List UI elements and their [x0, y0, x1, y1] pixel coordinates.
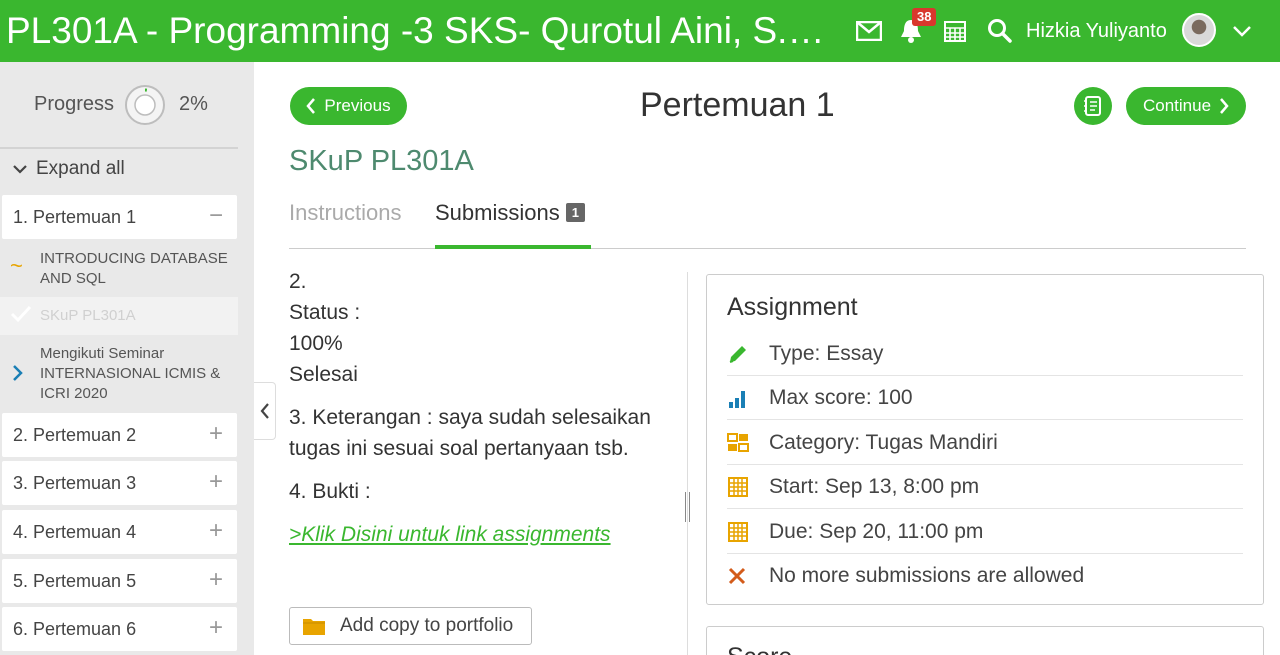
continue-button[interactable]: Continue — [1126, 87, 1246, 125]
lesson-introducing-database[interactable]: ~ INTRODUCING DATABASE AND SQL — [0, 248, 238, 290]
content-paragraph: 4. Bukti : — [289, 480, 371, 503]
assignment-type: Type: Essay — [769, 341, 884, 365]
activity-title: SKuP PL301A — [289, 145, 474, 177]
portfolio-label: Add copy to portfolio — [340, 615, 514, 636]
tab-submissions[interactable]: Submissions 1 — [435, 200, 585, 226]
content-line: Selesai — [289, 363, 358, 386]
in-progress-icon: ~ — [10, 253, 23, 278]
expand-icon: + — [208, 517, 223, 544]
top-bar: PL301A - Programming -3 SKS- Qurotul Ain… — [0, 0, 1280, 62]
calendar-icon — [727, 521, 769, 543]
category: Category: Tugas Mandiri — [769, 430, 998, 454]
chevron-down-icon[interactable] — [1226, 14, 1258, 48]
module-pertemuan-6[interactable]: 6. Pertemuan 6 + — [2, 607, 237, 651]
progress-label: Progress — [34, 93, 115, 115]
mail-icon[interactable] — [853, 14, 885, 48]
notebook-icon — [1084, 96, 1101, 116]
module-label: 3. Pertemuan 3 — [13, 472, 137, 493]
user-name[interactable]: Hizkia Yuliyanto — [1026, 18, 1167, 44]
submission-content: 2. Status : 100% Selesai 3. Keterangan :… — [289, 266, 679, 550]
tab-instructions-label: Instructions — [289, 200, 402, 225]
due-date: Due: Sep 20, 11:00 pm — [769, 519, 984, 543]
lesson-label: SKuP PL301A — [40, 307, 136, 324]
bar-chart-icon — [727, 387, 769, 409]
tab-instructions[interactable]: Instructions — [289, 200, 402, 226]
chevron-left-icon — [306, 98, 316, 114]
expand-all-label: Expand all — [36, 158, 125, 179]
content-line: Status : — [289, 301, 361, 324]
continue-label: Continue — [1142, 96, 1212, 115]
sidebar-divider — [0, 147, 238, 149]
column-divider — [687, 272, 688, 655]
chevron-left-icon — [260, 403, 269, 419]
panel-title: Assignment — [727, 293, 858, 321]
progress-ring — [125, 85, 165, 125]
expand-all-button[interactable]: Expand all — [12, 158, 125, 180]
expand-icon: + — [208, 468, 223, 495]
expand-icon: + — [208, 614, 223, 641]
add-to-portfolio-button[interactable]: Add copy to portfolio — [289, 607, 532, 645]
module-label: 2. Pertemuan 2 — [13, 424, 137, 445]
collapse-icon: − — [208, 202, 223, 229]
close-icon — [727, 566, 769, 586]
chevron-right-icon — [1220, 98, 1229, 114]
course-title: PL301A - Programming -3 SKS- Qurotul Ain… — [6, 10, 826, 51]
max-score: Max score: 100 — [769, 385, 913, 409]
course-outline-sidebar: Progress 2% Expand all 1. Pertemuan 1 − … — [0, 62, 254, 655]
module-label: 5. Pertemuan 5 — [13, 570, 137, 591]
content-paragraph: 3. Keterangan : saya sudah selesaikan tu… — [289, 406, 651, 460]
assignment-panel: Assignment Type: Essay Max score: 100 Ca… — [706, 274, 1264, 605]
tabs-divider — [289, 248, 1246, 249]
expand-icon: + — [208, 566, 223, 593]
due-date-row: Due: Sep 20, 11:00 pm — [727, 510, 1243, 554]
assignment-link[interactable]: >Klik Disini untuk link assignments — [289, 523, 611, 546]
start-date: Start: Sep 13, 8:00 pm — [769, 474, 980, 498]
active-tab-indicator — [435, 245, 591, 249]
page-title: Pertemuan 1 — [640, 86, 835, 124]
resize-handle[interactable] — [681, 492, 693, 522]
lesson-mengikuti-seminar[interactable]: Mengikuti Seminar INTERNASIONAL ICMIS & … — [0, 344, 238, 406]
pencil-icon — [727, 343, 769, 365]
assignment-type-row: Type: Essay — [727, 332, 1243, 376]
sidebar-collapse-toggle[interactable] — [254, 382, 276, 440]
score-panel: Score — [706, 626, 1264, 655]
avatar[interactable] — [1182, 13, 1216, 47]
search-icon[interactable] — [984, 14, 1016, 48]
start-date-row: Start: Sep 13, 8:00 pm — [727, 465, 1243, 509]
category-row: Category: Tugas Mandiri — [727, 421, 1243, 465]
category-icon — [727, 432, 769, 454]
module-pertemuan-3[interactable]: 3. Pertemuan 3 + — [2, 461, 237, 505]
progress-value: 2% — [179, 93, 208, 115]
tab-submissions-label: Submissions — [435, 200, 560, 225]
panel-title: Score — [727, 643, 792, 655]
module-pertemuan-4[interactable]: 4. Pertemuan 4 + — [2, 510, 237, 554]
calendar-icon[interactable] — [939, 14, 971, 48]
expand-icon: + — [208, 420, 223, 447]
submission-status: No more submissions are allowed — [769, 564, 1085, 587]
lesson-skup-pl301a[interactable]: SKuP PL301A — [0, 297, 238, 335]
submissions-count-badge: 1 — [565, 203, 585, 222]
lesson-label: Mengikuti Seminar INTERNASIONAL ICMIS & … — [40, 345, 221, 402]
content-line: 100% — [289, 332, 343, 355]
chevron-right-icon — [12, 364, 24, 388]
previous-button[interactable]: Previous — [290, 87, 407, 125]
max-score-row: Max score: 100 — [727, 376, 1243, 420]
calendar-icon — [727, 476, 769, 498]
folder-icon — [303, 619, 325, 635]
notebook-button[interactable] — [1074, 87, 1112, 125]
module-label: 4. Pertemuan 4 — [13, 521, 137, 542]
previous-label: Previous — [324, 96, 391, 115]
chevron-down-icon — [13, 165, 27, 174]
module-label: 1. Pertemuan 1 — [13, 206, 137, 227]
notification-badge: 38 — [912, 8, 937, 26]
submission-status-row: No more submissions are allowed — [727, 554, 1243, 598]
content-line: 2. — [289, 270, 307, 293]
module-pertemuan-5[interactable]: 5. Pertemuan 5 + — [2, 559, 237, 603]
lesson-label: INTRODUCING DATABASE AND SQL — [40, 250, 228, 287]
module-pertemuan-2[interactable]: 2. Pertemuan 2 + — [2, 413, 237, 457]
module-label: 6. Pertemuan 6 — [13, 618, 137, 639]
module-pertemuan-1[interactable]: 1. Pertemuan 1 − — [2, 195, 237, 239]
checkmark-icon — [10, 305, 32, 329]
